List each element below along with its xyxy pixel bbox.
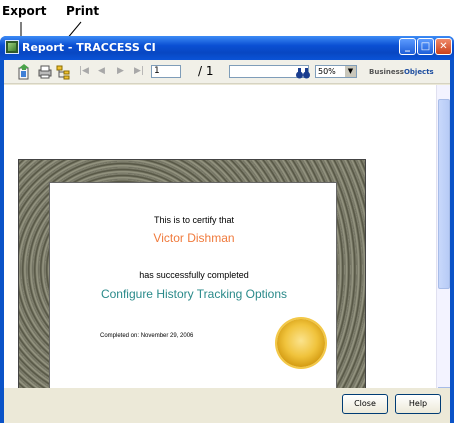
completed-text: has successfully completed [139,270,249,280]
last-page-icon[interactable]: ▶| [134,66,144,76]
next-page-icon[interactable]: ▶ [117,66,124,76]
report-window: Report - TRACCESS CI _ □ ✕ |◀ ◀ ▶ ▶| 1 /… [0,36,454,423]
window-title: Report - TRACCESS CI [22,41,156,54]
gold-seal-icon [277,319,325,367]
title-bar[interactable]: Report - TRACCESS CI _ □ ✕ [0,36,454,60]
report-viewer[interactable]: This is to certify that Victor Dishman h… [4,85,436,399]
help-button[interactable]: Help [395,394,441,414]
dialog-footer: Close Help [4,388,450,423]
chevron-down-icon[interactable]: ▼ [345,66,356,77]
tree-icon[interactable] [56,64,72,80]
minimize-icon[interactable]: _ [399,38,416,55]
brand-prefix: Business [369,68,404,76]
window-client: |◀ ◀ ▶ ▶| 1 / 1 50% ▼ BusinessObjects Th [4,60,450,419]
app-icon [5,40,19,54]
certificate-page: This is to certify that Victor Dishman h… [49,182,337,399]
report-toolbar: |◀ ◀ ▶ ▶| 1 / 1 50% ▼ BusinessObjects [4,60,450,84]
page-number-input[interactable]: 1 [151,65,181,78]
completion-date: Completed on: November 29, 2006 [100,333,194,339]
vertical-scrollbar[interactable]: ▼ [436,85,450,399]
course-title: Configure History Tracking Options [100,287,288,301]
vertical-scroll-thumb[interactable] [438,99,450,289]
zoom-value: 50% [318,67,336,76]
first-page-icon[interactable]: |◀ [79,66,89,76]
businessobjects-logo: BusinessObjects [369,68,434,76]
certificate-border: This is to certify that Victor Dishman h… [18,159,366,399]
recipient-name: Victor Dishman [153,231,235,245]
zoom-select[interactable]: 50% ▼ [315,65,357,78]
page-total: / 1 [198,64,214,78]
brand-suffix: Objects [403,68,434,76]
close-icon[interactable]: ✕ [435,38,452,55]
maximize-icon[interactable]: □ [417,38,434,55]
prev-page-icon[interactable]: ◀ [98,66,105,76]
export-icon[interactable] [16,64,32,80]
print-icon[interactable] [37,64,53,80]
close-button[interactable]: Close [342,394,388,414]
certify-text: This is to certify that [153,215,235,225]
binoculars-icon[interactable] [295,65,311,81]
